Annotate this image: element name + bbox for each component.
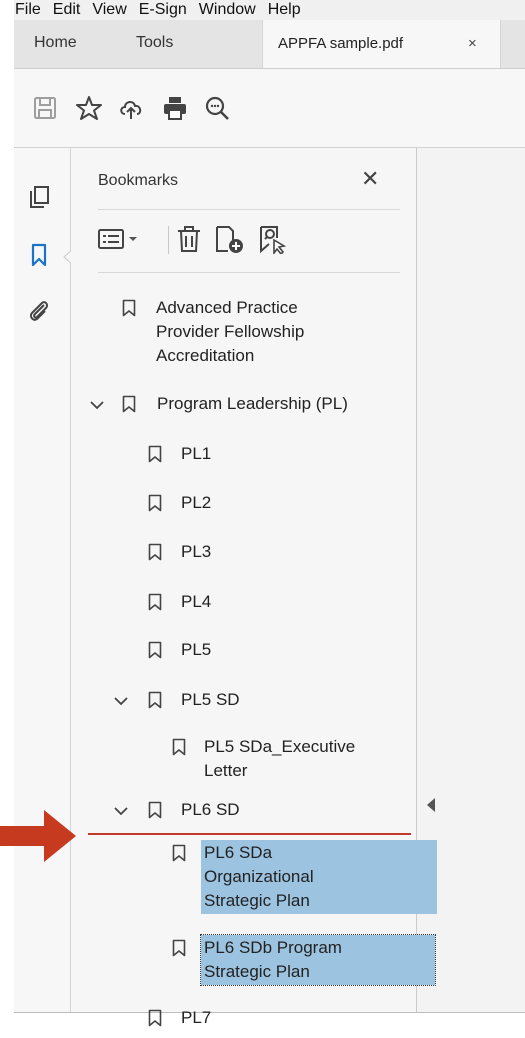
bookmark-label: Organizational (204, 867, 314, 886)
tab-document-label: APPFA sample.pdf (278, 35, 404, 52)
bookmark-label: PL4 (181, 592, 212, 611)
bookmark-icon[interactable] (26, 242, 52, 268)
bookmark-icon (148, 691, 162, 709)
bookmark-icon (172, 738, 186, 756)
menu-view[interactable]: View (86, 1, 132, 19)
bookmark-label: Advanced Practice (156, 298, 298, 317)
bookmark-icon (122, 299, 136, 317)
bookmark-item[interactable]: PL5 SD (181, 688, 240, 712)
menu-edit[interactable]: Edit (47, 1, 87, 19)
bookmark-item[interactable]: PL6 SDa Organizational Strategic Plan (204, 841, 314, 913)
bookmark-label: PL7 (181, 1008, 212, 1027)
bookmark-label: PL6 SDa (204, 843, 273, 862)
menu-esign[interactable]: E-Sign (133, 1, 193, 19)
bookmark-item[interactable]: PL4 (181, 590, 211, 614)
bookmark-icon (172, 939, 186, 957)
bookmark-label: PL6 SDb Program (204, 938, 342, 957)
bookmark-label: Provider Fellowship (156, 322, 305, 341)
bookmark-icon (148, 593, 162, 611)
bookmark-icon (148, 1009, 162, 1027)
menu-help[interactable]: Help (262, 1, 307, 19)
menu-window[interactable]: Window (193, 1, 262, 19)
bookmark-label: PL5 (181, 640, 212, 659)
bookmark-icon (148, 543, 162, 561)
bookmark-label: Program Leadership (PL) (157, 394, 348, 413)
tab-bar: Home Tools APPFA sample.pdf × (14, 20, 525, 69)
chevron-down-icon[interactable] (114, 696, 128, 706)
bookmark-item[interactable]: PL7 (181, 1006, 211, 1030)
bookmark-icon (148, 801, 162, 819)
divider (168, 226, 169, 254)
bookmark-item[interactable]: PL5 (181, 638, 211, 662)
bookmark-label: PL5 SD (181, 690, 240, 709)
bookmark-label: Accreditation (156, 346, 255, 365)
bookmark-item[interactable]: PL3 (181, 540, 211, 564)
options-menu-icon[interactable] (98, 224, 142, 254)
attachment-icon[interactable] (26, 298, 52, 324)
bookmark-item[interactable]: PL6 SD (181, 798, 240, 822)
chevron-down-icon[interactable] (90, 400, 104, 410)
bookmark-icon (148, 445, 162, 463)
delete-icon[interactable] (175, 224, 203, 254)
zoom-out-icon[interactable] (204, 95, 230, 121)
tab-document[interactable]: APPFA sample.pdf × (262, 20, 501, 68)
bookmark-icon (122, 395, 136, 413)
bookmark-label: PL3 (181, 542, 212, 561)
bookmark-label: PL6 SD (181, 800, 240, 819)
drop-indicator (88, 833, 411, 835)
pages-icon[interactable] (26, 184, 52, 210)
bookmark-item[interactable]: Program Leadership (PL) (157, 392, 348, 416)
tab-close-icon[interactable]: × (468, 35, 477, 52)
bookmark-item[interactable]: PL1 (181, 442, 211, 466)
annotation-arrow-icon (0, 810, 76, 862)
find-current-bookmark-icon[interactable] (257, 224, 289, 256)
bookmark-item[interactable]: PL5 SDa_Executive Letter (204, 735, 355, 783)
new-bookmark-icon[interactable] (213, 224, 245, 254)
menu-file[interactable]: File (14, 1, 47, 19)
chevron-down-icon[interactable] (114, 806, 128, 816)
divider (98, 209, 400, 210)
tab-tools[interactable]: Tools (136, 34, 173, 52)
bookmark-icon (148, 494, 162, 512)
toolbar (14, 69, 525, 148)
bookmark-label: Strategic Plan (204, 891, 310, 910)
divider (98, 272, 400, 273)
bookmark-item[interactable]: PL2 (181, 491, 211, 515)
print-icon[interactable] (162, 95, 188, 121)
tab-home[interactable]: Home (34, 34, 77, 52)
panel-title: Bookmarks (98, 172, 179, 189)
collapse-panel-icon[interactable] (426, 798, 436, 812)
save-icon[interactable] (32, 95, 58, 121)
cloud-upload-icon[interactable] (118, 95, 144, 121)
navigation-rail (14, 148, 76, 1012)
bookmark-label: PL5 SDa_Executive (204, 737, 356, 756)
bookmark-label: Strategic Plan (204, 962, 310, 981)
close-icon[interactable]: ✕ (361, 166, 379, 192)
bookmark-icon (172, 844, 186, 862)
bookmark-icon (148, 641, 162, 659)
bookmark-item[interactable]: Advanced Practice Provider Fellowship Accr… (156, 296, 304, 368)
menu-bar: File Edit View E-Sign Window Help (14, 0, 525, 20)
star-icon[interactable] (76, 95, 102, 121)
bookmark-label: Letter (204, 761, 248, 780)
bookmark-label: PL1 (181, 444, 212, 463)
bookmark-label: PL2 (181, 493, 212, 512)
bookmark-item[interactable]: PL6 SDb Program Strategic Plan (204, 936, 342, 984)
